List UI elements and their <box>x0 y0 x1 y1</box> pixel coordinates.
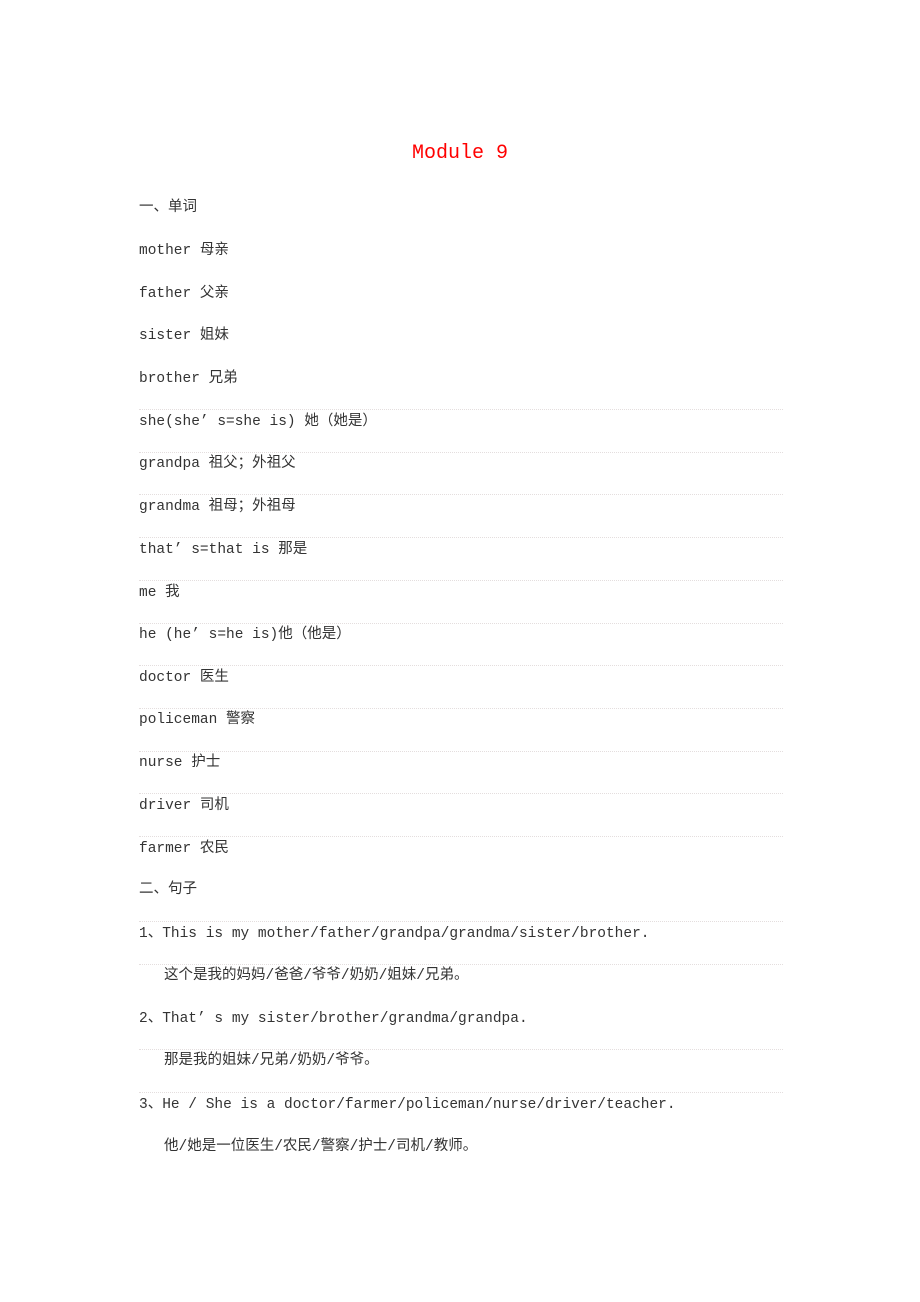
dotted-divider <box>139 751 783 752</box>
dotted-divider <box>139 665 783 666</box>
section-heading-sentences: 二、句子 <box>139 882 197 898</box>
vocab-item: mother 母亲 <box>139 243 229 259</box>
vocab-item: she(she’ s=she is) 她（她是） <box>139 414 377 430</box>
dotted-divider <box>139 964 783 965</box>
vocab-item: driver 司机 <box>139 798 229 814</box>
sentence-chinese: 他/她是一位医生/农民/警察/护士/司机/教师。 <box>164 1139 478 1155</box>
dotted-divider <box>139 836 783 837</box>
sentence-english: 2、That’ s my sister/brother/grandma/gran… <box>139 1011 528 1027</box>
dotted-divider <box>139 921 783 922</box>
vocab-item: grandpa 祖父；外祖父 <box>139 456 296 472</box>
dotted-divider <box>139 623 783 624</box>
dotted-divider <box>139 708 783 709</box>
vocab-item: he (he’ s=he is)他（他是） <box>139 627 351 643</box>
vocab-item: that’ s=that is 那是 <box>139 542 308 558</box>
vocab-item: farmer 农民 <box>139 841 229 857</box>
dotted-divider <box>139 580 783 581</box>
vocab-item: sister 姐妹 <box>139 328 229 344</box>
section-heading-vocabulary: 一、单词 <box>139 200 197 216</box>
vocab-item: grandma 祖母；外祖母 <box>139 499 296 515</box>
vocab-item: father 父亲 <box>139 286 229 302</box>
dotted-divider <box>139 1049 783 1050</box>
dotted-divider <box>139 409 783 410</box>
vocab-item: nurse 护士 <box>139 755 221 771</box>
vocab-item: brother 兄弟 <box>139 371 238 387</box>
vocab-item: policeman 警察 <box>139 712 256 728</box>
dotted-divider <box>139 537 783 538</box>
dotted-divider <box>139 1092 783 1093</box>
vocab-item: me 我 <box>139 585 180 601</box>
dotted-divider <box>139 793 783 794</box>
vocab-item: doctor 医生 <box>139 670 229 686</box>
sentence-english: 1、This is my mother/father/grandpa/grand… <box>139 926 650 942</box>
dotted-divider <box>139 494 783 495</box>
sentence-chinese: 那是我的姐妹/兄弟/奶奶/爷爷。 <box>164 1053 379 1069</box>
sentence-chinese: 这个是我的妈妈/爸爸/爷爷/奶奶/姐妹/兄弟。 <box>164 968 469 984</box>
page-title: Module 9 <box>411 142 508 165</box>
sentence-english: 3、He / She is a doctor/farmer/policeman/… <box>139 1097 676 1113</box>
dotted-divider <box>139 452 783 453</box>
